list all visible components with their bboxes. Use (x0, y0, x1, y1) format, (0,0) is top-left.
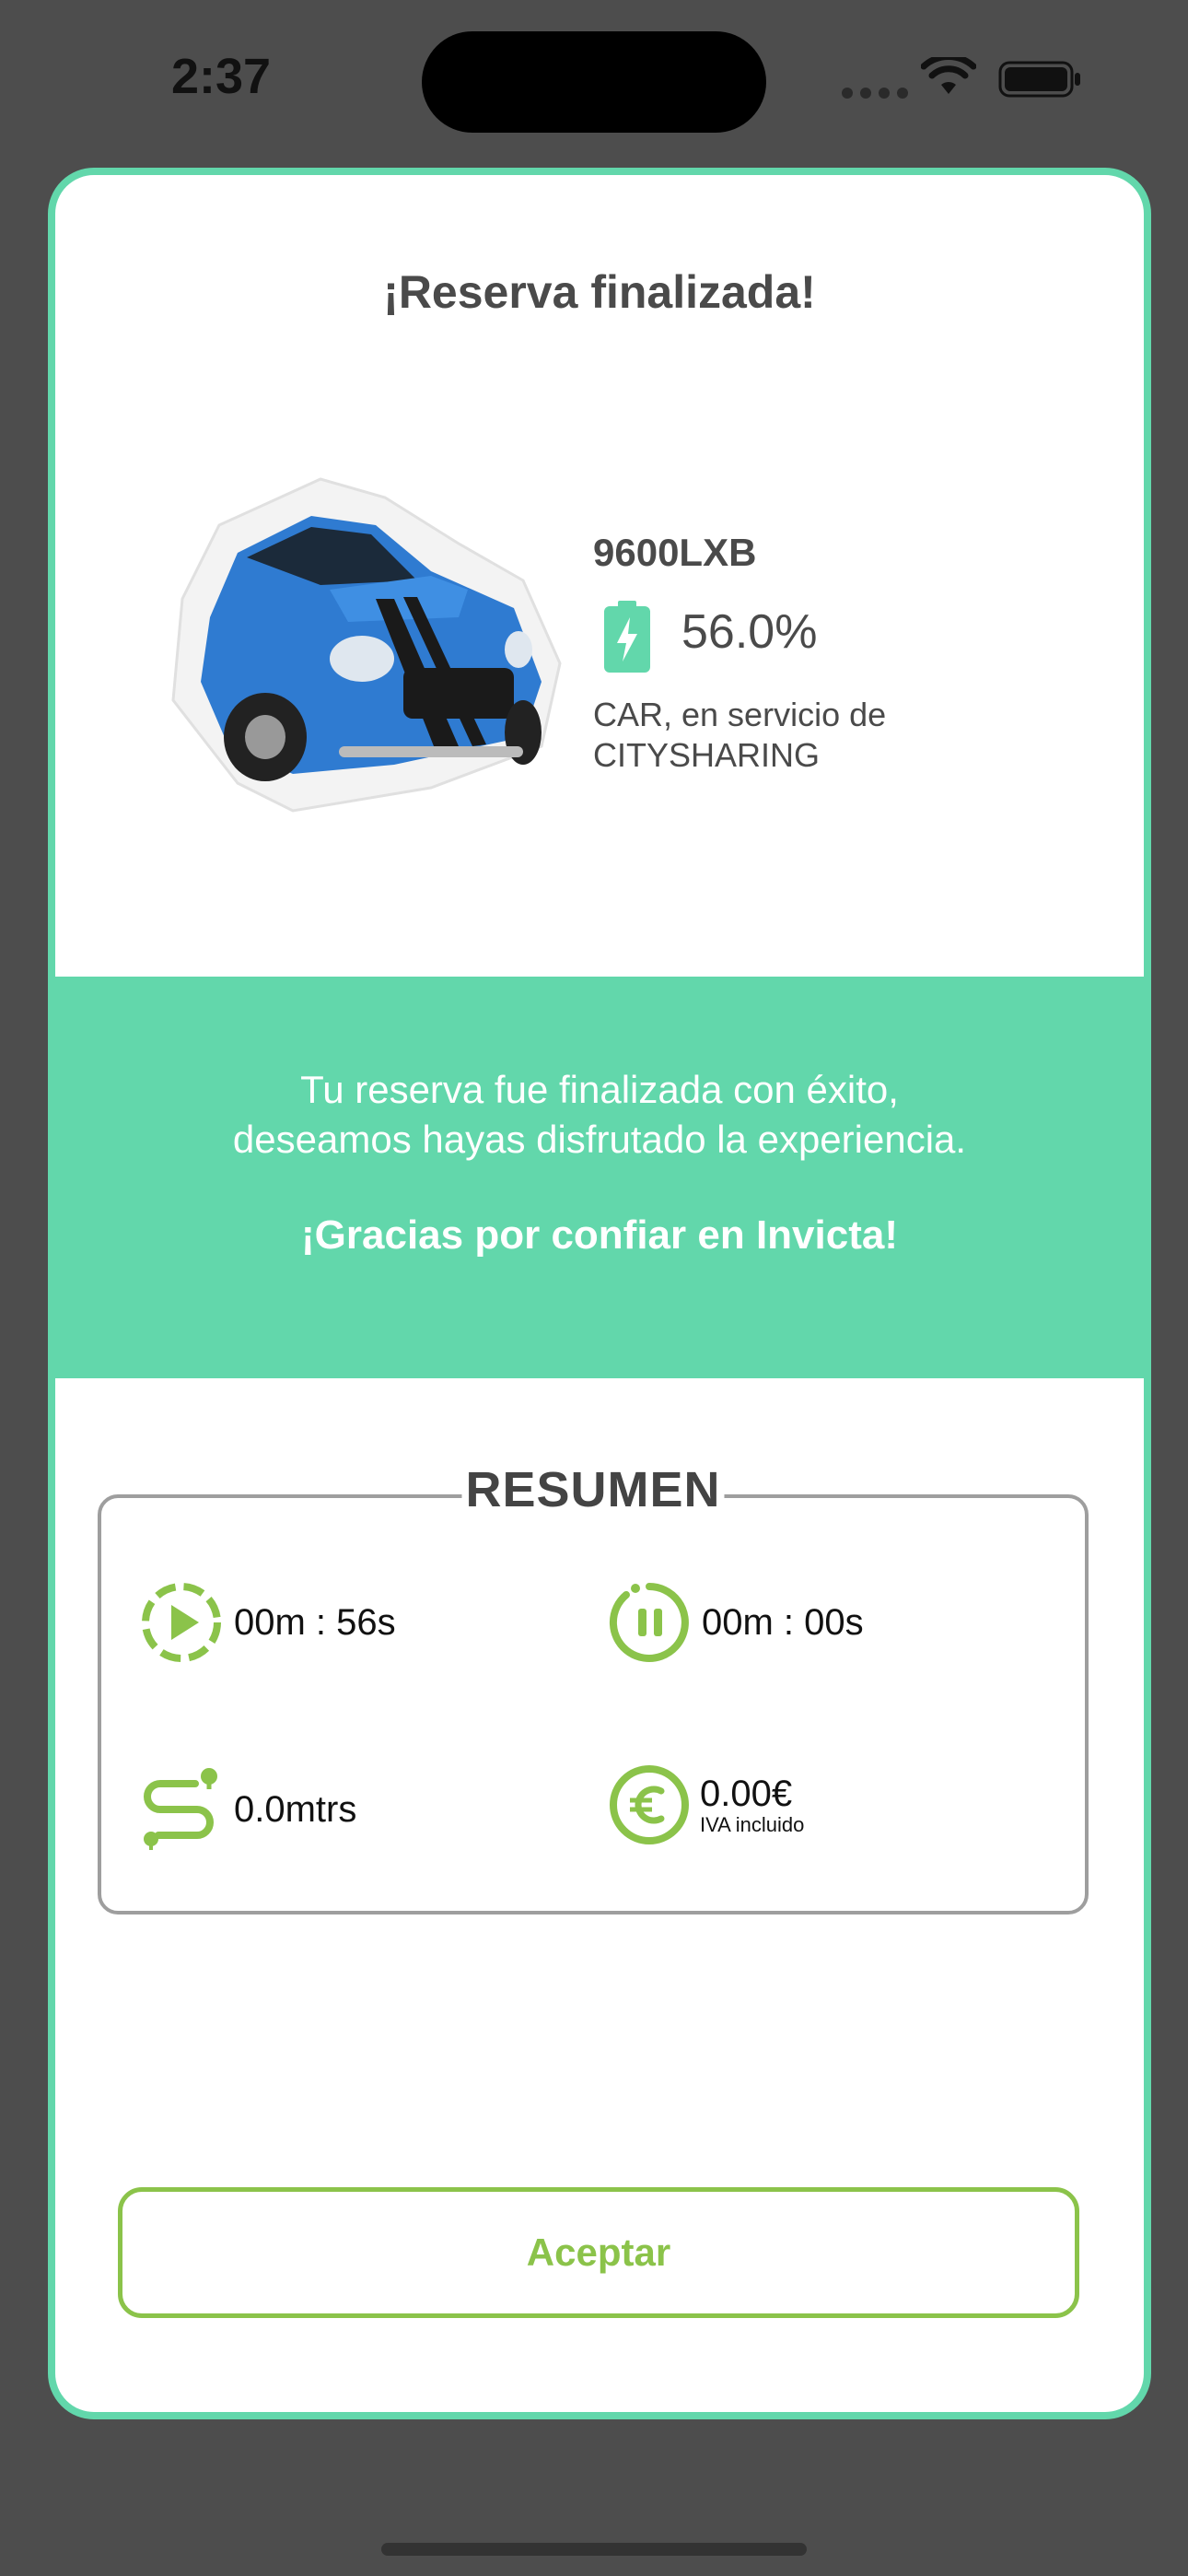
wifi-icon (921, 57, 976, 94)
success-message: Tu reserva fue finalizada con éxito, des… (232, 1068, 967, 1161)
pause-time-stat: 00m : 00s (608, 1581, 864, 1664)
drive-time-stat: 00m : 56s (140, 1581, 396, 1664)
battery-charge-icon (604, 601, 650, 673)
route-icon (144, 1768, 217, 1850)
success-banner: Tu reserva fue finalizada con éxito, des… (55, 977, 1144, 1378)
thanks-message: ¡Gracias por confiar en Invicta! (301, 1212, 898, 1258)
battery-percentage: 56.0% (681, 605, 818, 659)
vehicle-type: CAR, en servicio de CITYSHARING (593, 695, 1072, 776)
reservation-card: ¡Reserva finalizada! 9600LXB 56.0% CAR, … (48, 168, 1151, 2419)
pause-timer-icon (609, 1583, 689, 1662)
home-indicator[interactable] (381, 2543, 807, 2556)
vehicle-type-line1: CAR, en servicio de (593, 696, 887, 733)
play-timer-icon (142, 1583, 221, 1662)
accept-button[interactable]: Aceptar (118, 2187, 1079, 2318)
distance-value: 0.0mtrs (234, 1788, 357, 1830)
price-group: 0.00€ IVA incluido (700, 1774, 804, 1837)
price-stat: 0.00€ IVA incluido (608, 1763, 804, 1846)
page-title: ¡Reserva finalizada! (383, 266, 816, 318)
distance-stat: 0.0mtrs (140, 1765, 356, 1854)
dynamic-island (422, 31, 766, 133)
signal-dots-icon (842, 87, 915, 103)
battery-status-icon (998, 61, 1080, 98)
price-value: 0.00€ (700, 1773, 793, 1814)
price-note: IVA incluido (700, 1812, 805, 1836)
vehicle-type-line2: CITYSHARING (593, 736, 821, 774)
status-time: 2:37 (171, 49, 272, 104)
euro-icon (610, 1765, 689, 1844)
pause-time-value: 00m : 00s (702, 1601, 864, 1643)
summary-title: RESUMEN (461, 1461, 725, 1518)
drive-time-value: 00m : 56s (234, 1601, 396, 1643)
car-image (171, 477, 562, 813)
summary-box: RESUMEN 00m : 56s 00m : 00s 0.0mtrs 0.00… (98, 1461, 1089, 1914)
vehicle-plate: 9600LXB (593, 531, 757, 574)
